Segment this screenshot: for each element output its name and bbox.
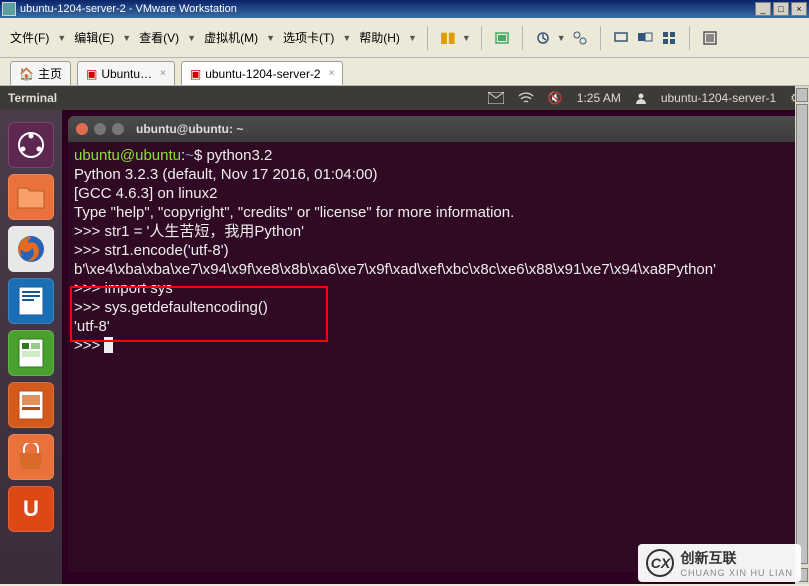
python-prompt: >>> [74, 242, 104, 259]
vmware-app-icon [2, 2, 16, 16]
window-close-button[interactable]: × [791, 2, 807, 16]
tab-home[interactable]: 🏠 主页 [10, 61, 71, 85]
active-app-label: Terminal [8, 91, 57, 105]
scroll-thumb[interactable] [796, 104, 808, 564]
python-banner-line: [GCC 4.6.3] on linux2 [74, 185, 217, 202]
tab-label: Ubuntu… [101, 67, 152, 81]
python-stmt: str1.encode('utf-8') [104, 242, 228, 259]
terminal-body[interactable]: ubuntu@ubuntu:~$ python3.2 Python 3.2.3 … [68, 142, 803, 572]
tab-close-icon[interactable]: × [160, 68, 166, 79]
watermark: CX 创新互联 CHUANG XIN HU LIAN [638, 544, 801, 582]
tab-label: 主页 [38, 65, 62, 82]
tab-ubuntu-1204[interactable]: ▣ ubuntu-1204-server-2 × [181, 61, 344, 85]
terminal-maximize-button[interactable] [112, 123, 124, 135]
firefox-icon[interactable] [8, 226, 54, 272]
vmware-tab-row: 🏠 主页 ▣ Ubuntu… × ▣ ubuntu-1204-server-2 … [0, 58, 809, 86]
user-icon [635, 92, 647, 104]
calc-icon[interactable] [8, 330, 54, 376]
outer-scrollbar[interactable] [795, 86, 809, 584]
menu-file[interactable]: 文件(F) [6, 27, 53, 48]
toolbar-monitor1-icon[interactable] [611, 28, 631, 48]
menu-help[interactable]: 帮助(H) [355, 27, 404, 48]
toolbar-snapshot-icon[interactable] [533, 28, 553, 48]
terminal-minimize-button[interactable] [94, 123, 106, 135]
vm-icon: ▣ [190, 67, 201, 81]
python-stmt: sys.getdefaultencoding() [104, 299, 267, 316]
python-stmt: import sys [104, 280, 172, 297]
menu-edit[interactable]: 编辑(E) [70, 27, 118, 48]
clock[interactable]: 1:25 AM [577, 91, 621, 105]
menu-vm[interactable]: 虚拟机(M) [200, 27, 262, 48]
python-output: 'utf-8' [74, 318, 110, 335]
python-prompt: >>> [74, 280, 104, 297]
python-prompt: >>> [74, 223, 104, 240]
vmware-menubar: 文件(F)▼ 编辑(E)▼ 查看(V)▼ 虚拟机(M)▼ 选项卡(T)▼ 帮助(… [0, 18, 809, 58]
vmware-title: ubuntu-1204-server-2 - VMware Workstatio… [20, 3, 753, 15]
scroll-up-button[interactable] [796, 88, 808, 102]
window-maximize-button[interactable]: □ [773, 2, 789, 16]
toolbar-fullscreen-icon[interactable] [700, 28, 720, 48]
terminal-title: ubuntu@ubuntu: ~ [136, 122, 243, 136]
impress-icon[interactable] [8, 382, 54, 428]
python-prompt: >>> [74, 299, 104, 316]
watermark-logo: CX [646, 549, 674, 577]
mail-icon[interactable] [488, 92, 504, 104]
vm-pause-button[interactable]: ▮▮ [438, 28, 458, 48]
window-minimize-button[interactable]: _ [755, 2, 771, 16]
shell-command: python3.2 [206, 147, 272, 164]
writer-icon[interactable] [8, 278, 54, 324]
toolbar-snapshot-manager-icon[interactable] [570, 28, 590, 48]
watermark-sub: CHUANG XIN HU LIAN [680, 568, 793, 578]
terminal-titlebar[interactable]: ubuntu@ubuntu: ~ [68, 116, 803, 142]
vmware-titlebar: ubuntu-1204-server-2 - VMware Workstatio… [0, 0, 809, 18]
software-center-icon[interactable] [8, 434, 54, 480]
tab-ubuntu[interactable]: ▣ Ubuntu… × [77, 61, 175, 85]
python-banner-line: Python 3.2.3 (default, Nov 17 2016, 01:0… [74, 166, 378, 183]
sound-icon[interactable]: 🔇 [548, 91, 563, 105]
toolbar-send-ctrl-alt-del-icon[interactable] [492, 28, 512, 48]
python-stmt: str1 = '人生苦短，我用Python' [104, 223, 304, 240]
menu-tabs[interactable]: 选项卡(T) [279, 27, 338, 48]
shell-path: ~ [185, 147, 194, 164]
menu-view[interactable]: 查看(V) [135, 27, 183, 48]
toolbar-monitor2-icon[interactable] [635, 28, 655, 48]
files-icon[interactable] [8, 174, 54, 220]
shell-user: ubuntu@ubuntu [74, 147, 181, 164]
python-prompt: >>> [74, 337, 104, 354]
dash-icon[interactable] [8, 122, 54, 168]
ubuntu-one-icon[interactable]: U [8, 486, 54, 532]
unity-launcher: U [0, 110, 62, 584]
toolbar-unity-icon[interactable] [659, 28, 679, 48]
python-output: b'\xe4\xba\xba\xe7\x94\x9f\xe8\x8b\xa6\x… [74, 261, 716, 278]
home-icon: 🏠 [19, 67, 34, 81]
terminal-window: ubuntu@ubuntu: ~ ubuntu@ubuntu:~$ python… [62, 110, 809, 584]
python-banner-line: Type "help", "copyright", "credits" or "… [74, 204, 514, 221]
wifi-icon[interactable] [518, 92, 534, 104]
watermark-brand: 创新互联 [680, 548, 793, 568]
tab-label: ubuntu-1204-server-2 [205, 67, 320, 81]
ubuntu-menubar: Terminal 🔇 1:25 AM ubuntu-1204-server-1 … [0, 86, 809, 110]
terminal-close-button[interactable] [76, 123, 88, 135]
vm-icon: ▣ [86, 67, 97, 81]
tab-close-icon[interactable]: × [329, 68, 335, 79]
terminal-cursor [104, 337, 113, 353]
username-label[interactable]: ubuntu-1204-server-1 [661, 91, 776, 105]
